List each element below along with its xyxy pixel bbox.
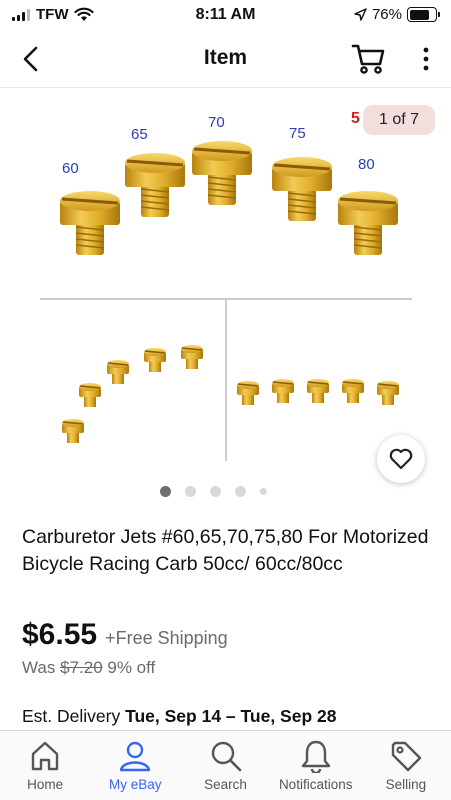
battery-fill [409,9,429,20]
gallery-pagination[interactable] [0,486,451,497]
nav-bar: Item [0,30,451,88]
tab-home-label: Home [27,777,64,792]
price-row: $6.55 +Free Shipping [22,618,228,652]
bell-icon [301,740,330,773]
jet-label-65: 65 [131,126,148,143]
image-gallery[interactable]: 60 65 70 75 80 5 1 of 7 [0,89,451,483]
partial-label: 5 [351,110,360,127]
jet-label-75: 75 [289,125,306,142]
location-arrow-icon [354,8,367,21]
cart-icon[interactable] [351,42,387,76]
item-title: Carburetor Jets #60,65,70,75,80 For Moto… [22,526,429,575]
more-vertical-icon[interactable] [417,44,435,74]
tab-bar: Home My eBay Search Notifications Sellin… [0,730,451,800]
jet-label-70: 70 [208,114,225,131]
image-counter: 1 of 7 [362,105,435,135]
status-bar: TFW 8:11 AM 76% [0,0,451,30]
was-price: $7.20 [60,658,103,677]
delivery-label: Est. Delivery [22,706,121,726]
discount-label: 9% off [107,658,156,677]
tab-selling-label: Selling [385,777,427,792]
tab-notifications-label: Notifications [278,777,353,792]
home-icon [31,741,59,771]
delivery-estimate: Est. Delivery Tue, Sep 14 – Tue, Sep 28 [22,706,336,727]
person-icon [120,741,151,772]
battery-percent: 76% [371,6,402,23]
heart-icon [389,448,413,470]
tab-search-label: Search [204,777,247,792]
was-label: Was [22,658,56,677]
tab-my-ebay-label: My eBay [109,777,162,792]
item-price: $6.55 [22,618,98,651]
pagination-dot[interactable] [160,486,171,497]
was-price-row: Was $7.20 9% off [22,658,155,678]
pagination-dot[interactable] [260,488,267,495]
search-icon [211,741,241,772]
jet-label-60: 60 [62,160,79,177]
delivery-dates: Tue, Sep 14 – Tue, Sep 28 [125,706,337,726]
status-right: 76% [354,6,440,23]
pagination-dot[interactable] [185,486,196,497]
battery-icon [407,7,440,22]
jet-label-80: 80 [358,156,375,173]
product-photo[interactable]: 60 65 70 75 80 5 [0,89,451,479]
tab-home[interactable]: Home [0,731,90,800]
shipping-info: +Free Shipping [105,628,228,648]
tab-notifications[interactable]: Notifications [271,731,361,800]
tag-icon [391,741,422,772]
pagination-dot[interactable] [235,486,246,497]
tab-selling[interactable]: Selling [361,731,451,800]
tab-search[interactable]: Search [180,731,270,800]
watch-button[interactable] [377,435,425,483]
pagination-dot[interactable] [210,486,221,497]
tab-my-ebay[interactable]: My eBay [90,731,180,800]
